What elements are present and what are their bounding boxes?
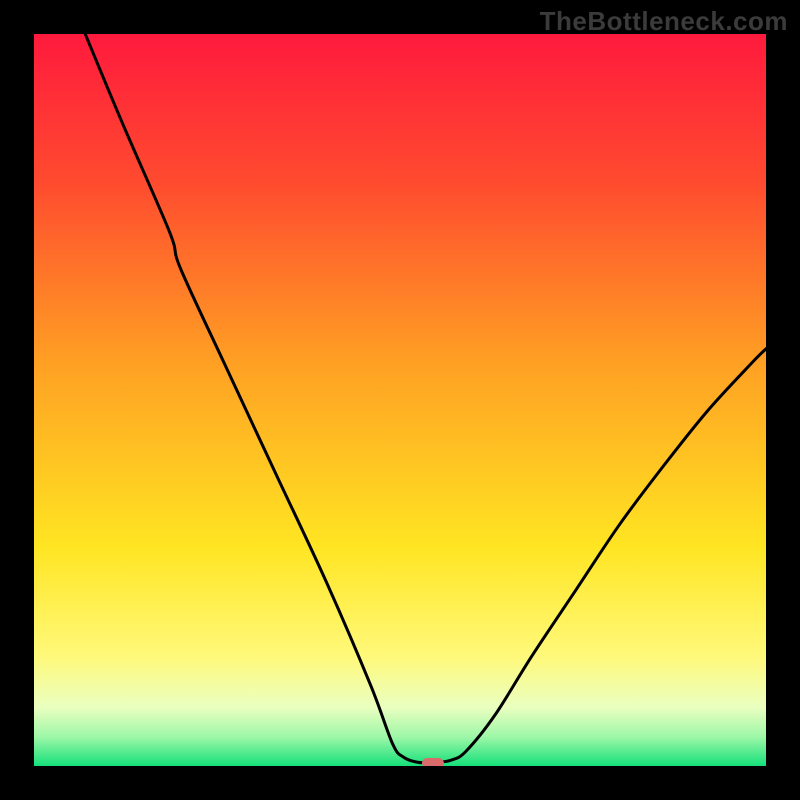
plot-background-gradient xyxy=(34,34,766,766)
optimal-point-marker xyxy=(422,758,444,768)
bottleneck-chart xyxy=(0,0,800,800)
watermark-text: TheBottleneck.com xyxy=(540,6,788,37)
chart-frame: TheBottleneck.com xyxy=(0,0,800,800)
